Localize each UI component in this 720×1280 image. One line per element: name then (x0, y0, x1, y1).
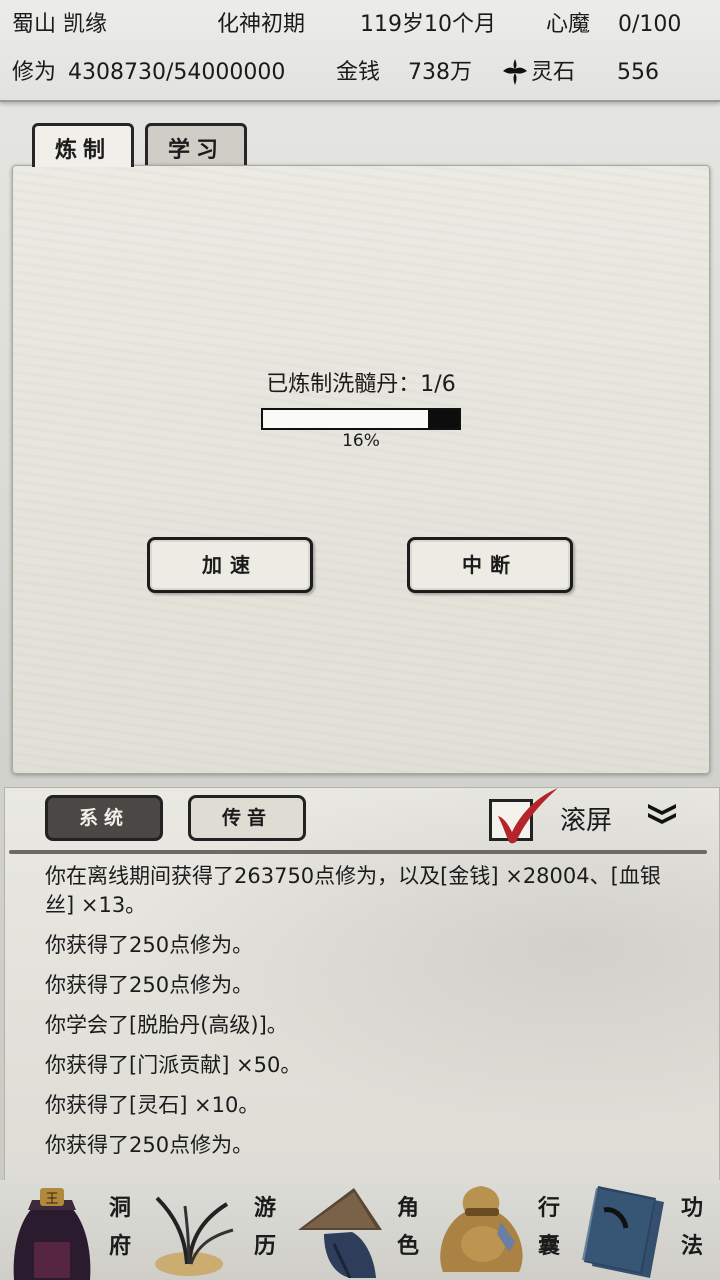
cultivation-value: 4308730/54000000 (68, 60, 286, 85)
nav-label: 行 (537, 1195, 560, 1221)
grass-herb-icon (155, 1196, 234, 1276)
log-line: 你获得了250点修为。 (45, 1133, 254, 1157)
tab-system-log[interactable]: 系统 (45, 795, 163, 841)
nav-label: 囊 (537, 1233, 560, 1259)
double-chevron-down-icon[interactable] (645, 802, 679, 826)
nav-item-skills[interactable]: 功 法 (580, 1180, 720, 1280)
progress-fill (427, 410, 459, 428)
log-panel: 系统 传音 滚屏 你在离线期间获得了263750点修为，以及[金钱] ×2800… (4, 787, 720, 1182)
log-line: 你获得了[门派贡献] ×50。 (45, 1053, 302, 1077)
spirit-stone-label: 灵石 (531, 60, 576, 85)
crafting-progress-bar (261, 408, 461, 430)
svg-text:王: 王 (45, 1192, 58, 1207)
tab-learn[interactable]: 学习 (145, 123, 247, 167)
crafting-status-text: 已炼制洗髓丹：1/6 (266, 372, 456, 397)
nav-label: 法 (680, 1233, 703, 1259)
nav-label: 洞 (108, 1195, 131, 1221)
nav-label: 府 (108, 1233, 131, 1259)
log-line: 你在离线期间获得了263750点修为，以及[金钱] ×28004、[血银丝] ×… (45, 864, 661, 917)
nav-label: 游 (253, 1195, 276, 1221)
cave-dwelling-icon: 王 (13, 1188, 91, 1280)
log-line: 你获得了[灵石] ×10。 (45, 1093, 260, 1117)
log-line: 你学会了[脱胎丹(高级)]。 (45, 1013, 288, 1037)
bottom-nav: 王 洞 府 游 历 角 色 行 囊 功 法 (0, 1180, 720, 1280)
books-icon (582, 1186, 664, 1278)
checkmark-icon (498, 788, 558, 844)
tab-craft[interactable]: 炼制 (32, 123, 134, 167)
nav-item-bag[interactable]: 行 囊 (435, 1180, 580, 1280)
nav-label: 历 (253, 1233, 276, 1259)
sect-and-name: 蜀山 凯缘 (12, 12, 107, 37)
money-label: 金钱 (336, 60, 381, 85)
money-value: 738万 (408, 60, 472, 85)
nav-label: 角 (396, 1195, 419, 1221)
log-line: 你获得了250点修为。 (45, 933, 254, 957)
log-divider (9, 850, 707, 854)
age-text: 119岁10个月 (360, 12, 496, 37)
interrupt-button[interactable]: 中断 (407, 537, 573, 593)
log-line: 你获得了250点修为。 (45, 973, 254, 997)
crafting-panel: 已炼制洗髓丹：1/6 16% 加速 中断 (12, 165, 710, 774)
nav-item-travel[interactable]: 游 历 (145, 1180, 290, 1280)
heart-demon-label: 心魔 (546, 12, 591, 37)
cultivation-label: 修为 (12, 60, 57, 85)
nav-label: 功 (680, 1195, 703, 1221)
bamboo-hat-icon (298, 1188, 382, 1278)
nav-label: 色 (396, 1233, 419, 1259)
status-bar: 蜀山 凯缘 化神初期 119岁10个月 心魔 0/100 修为 4308730/… (0, 0, 720, 102)
log-list: 你在离线期间获得了263750点修为，以及[金钱] ×28004、[血银丝] ×… (45, 862, 685, 1171)
tab-message-log[interactable]: 传音 (188, 795, 306, 841)
autoscroll-label: 滚屏 (560, 806, 613, 836)
money-bag-icon (440, 1186, 523, 1272)
heart-demon-value: 0/100 (618, 12, 682, 37)
realm-text: 化神初期 (217, 12, 306, 37)
nav-item-cave[interactable]: 王 洞 府 (0, 1180, 145, 1280)
speed-up-button[interactable]: 加速 (147, 537, 313, 593)
spirit-stone-value: 556 (617, 60, 659, 85)
spirit-stone-icon (502, 58, 528, 86)
nav-item-character[interactable]: 角 色 (290, 1180, 435, 1280)
progress-percent: 16% (342, 431, 380, 451)
